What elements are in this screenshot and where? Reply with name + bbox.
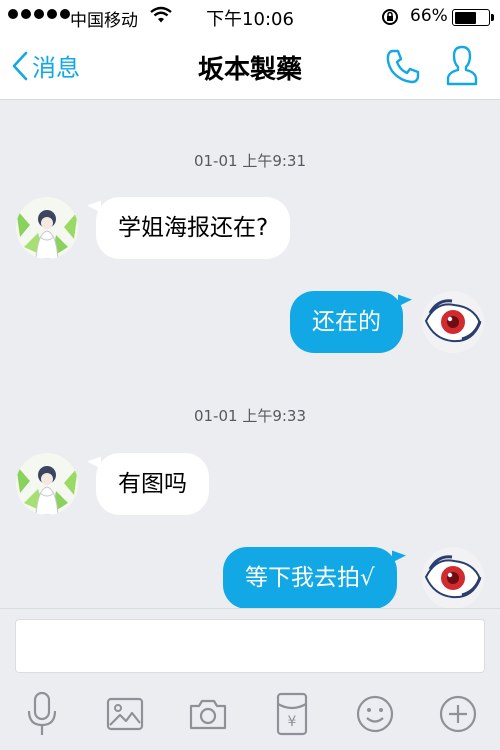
message-timestamp: 01-01 上午9:33: [193, 407, 307, 425]
outgoing-message-bubble[interactable]: 还在的: [290, 291, 403, 353]
input-area: ¥: [0, 608, 500, 750]
battery-icon: [452, 9, 494, 26]
red-packet-icon[interactable]: ¥: [270, 689, 314, 739]
incoming-message-bubble[interactable]: 学姐海报还在?: [96, 197, 291, 259]
person-icon: [446, 45, 478, 86]
phone-call-button[interactable]: [384, 47, 422, 89]
microphone-icon[interactable]: [20, 689, 64, 739]
outgoing-message-bubble[interactable]: 等下我去拍√: [223, 547, 397, 609]
plus-icon[interactable]: [436, 689, 480, 739]
chat-title: 坂本製藥: [197, 55, 302, 85]
my-avatar[interactable]: [422, 547, 484, 609]
status-bar: 中国移动 下午10:06 66%: [0, 0, 500, 34]
battery-fill: [454, 11, 477, 24]
phone-icon: [386, 49, 420, 84]
svg-text:¥: ¥: [288, 714, 297, 730]
contact-avatar[interactable]: [16, 197, 78, 259]
message-timestamp: 01-01 上午9:31: [193, 152, 307, 170]
battery-percentage: 66%: [410, 6, 448, 26]
profile-button[interactable]: [446, 44, 478, 90]
message-input[interactable]: [15, 619, 485, 673]
emoji-icon[interactable]: [353, 689, 397, 739]
incoming-message-bubble[interactable]: 有图吗: [96, 453, 209, 515]
input-toolbar: ¥: [0, 689, 500, 747]
navigation-bar: 消息 坂本製藥: [0, 34, 500, 100]
my-avatar[interactable]: [422, 291, 484, 353]
image-icon[interactable]: [103, 689, 147, 739]
camera-icon[interactable]: [186, 689, 230, 739]
rotation-lock-icon: [380, 7, 400, 32]
contact-avatar[interactable]: [16, 453, 78, 515]
